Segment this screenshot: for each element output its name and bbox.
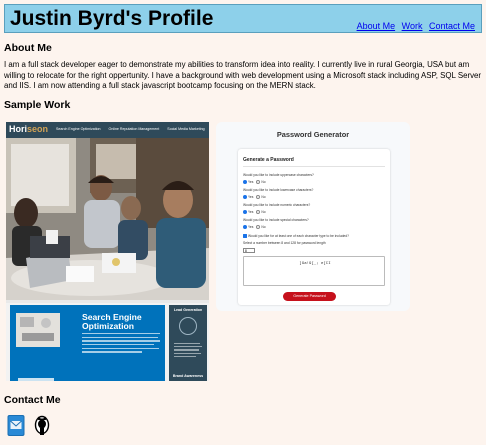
top-nav: About Me Work Contact Me [353,21,475,31]
length-prompt: Select a number between 8 and 128 for pa… [243,241,326,245]
sidebar-title-lead-generation: Lead Generation [173,308,203,312]
password-generator-title: Password Generator [276,130,350,139]
project-horiseon-thumbnail[interactable]: Horiseon Search Engine Optimization Onli… [6,122,209,381]
horiseon-nav-links: Search Engine Optimization Online Reputa… [56,127,209,131]
no-label: No [261,225,266,229]
require-each-option: Would you like for at least one of each … [243,234,349,238]
card-divider [243,166,385,167]
horiseon-navbar: Horiseon Search Engine Optimization Onli… [6,122,209,138]
no-label: No [261,180,266,184]
password-output[interactable]: ]Ga!9[_; e[CI [243,256,385,286]
sidebar-title-brand-awareness: Brand Awareness [172,374,204,378]
uppercase-options: Yes No [243,180,266,184]
page-title: Justin Byrd's Profile [10,7,214,30]
horiseon-nav-item: Online Reputation Management [108,127,160,131]
radio-no[interactable] [256,180,261,184]
yes-label: Yes [248,180,254,184]
seo-section-text [82,333,160,355]
card-title: Generate a Password [243,157,294,163]
radio-no[interactable] [256,210,261,214]
nav-link-about[interactable]: About Me [357,21,396,31]
site-header: Justin Byrd's Profile About Me Work Cont… [4,4,482,33]
horiseon-next-section [10,373,165,381]
work-heading: Sample Work [4,99,71,111]
password-output-text: ]Ga!9[_; e[CI [299,262,331,266]
horiseon-nav-item: Social Media Marketing [167,127,205,131]
special-options: Yes No [243,225,266,229]
question-numeric: Would you like to include numeric charac… [243,203,311,207]
generate-password-button[interactable]: Generate Password [283,292,336,301]
project-password-generator-thumbnail[interactable]: Password Generator Generate a Password W… [216,122,410,311]
radio-yes[interactable] [243,225,247,229]
require-each-label: Would you like for at least one of each … [248,234,349,238]
password-generator-card: Generate a Password Would you like to in… [238,149,390,305]
contact-heading: Contact Me [4,394,61,406]
email-icon[interactable] [7,414,25,437]
radio-yes[interactable] [243,195,247,199]
nav-link-work[interactable]: Work [402,21,423,31]
lead-generation-icon [179,317,197,335]
yes-label: Yes [248,225,254,229]
horiseon-seo-section: Search Engine Optimization [10,305,165,375]
logo-suffix: seon [27,124,49,134]
about-text: I am a full stack developer eager to dem… [4,60,482,91]
radio-no[interactable] [256,195,261,199]
yes-label: Yes [248,210,254,214]
seo-illustration [16,313,60,347]
lowercase-options: Yes No [243,195,266,199]
question-special: Would you like to include special charac… [243,218,309,222]
yes-label: Yes [248,195,254,199]
github-icon[interactable] [33,414,51,437]
numeric-options: Yes No [243,210,266,214]
radio-yes[interactable] [243,180,247,184]
radio-no[interactable] [256,225,261,229]
require-each-checkbox[interactable] [243,234,247,238]
horiseon-sidebar: Lead Generation Brand Awareness [169,305,207,381]
hero-divider [6,300,209,303]
seo-section-title: Search Engine Optimization [82,312,142,331]
no-label: No [261,195,266,199]
nav-link-contact[interactable]: Contact Me [429,21,475,31]
horiseon-hero-photo [6,138,209,300]
about-heading: About Me [4,42,52,54]
sidebar-text [174,343,202,359]
no-label: No [261,210,266,214]
radio-yes[interactable] [243,210,247,214]
question-lowercase: Would you like to include lowercase char… [243,188,314,192]
horiseon-logo: Horiseon [9,124,48,134]
question-uppercase: Would you like to include uppercase char… [243,173,314,177]
logo-prefix: Hori [9,124,27,134]
horiseon-nav-item: Search Engine Optimization [56,127,101,131]
office-team-illustration [6,138,209,300]
length-input[interactable]: 8 [243,248,255,253]
